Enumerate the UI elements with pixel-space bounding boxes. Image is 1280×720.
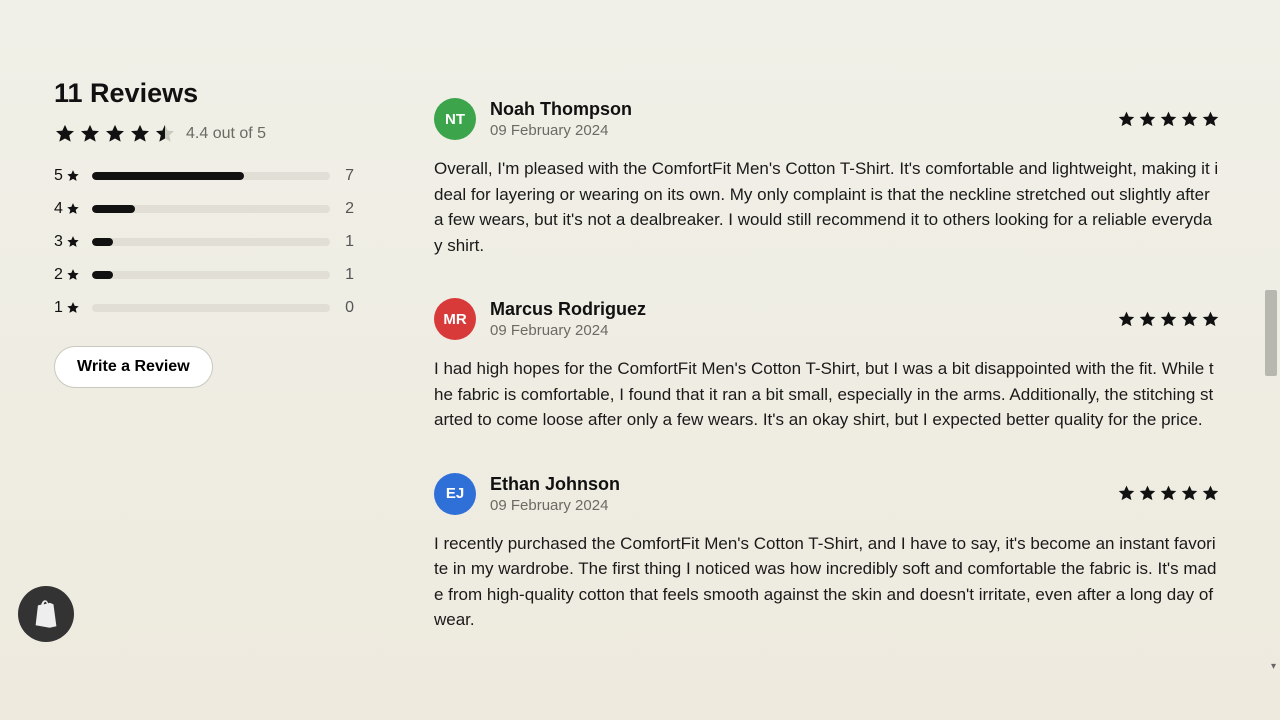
rating-distribution-row[interactable]: 3 1 [54,233,354,251]
dist-count: 0 [340,299,354,317]
star-half-icon [154,123,176,145]
review-stars [1117,484,1220,503]
review-date: 09 February 2024 [490,122,1117,139]
reviewer-name: Marcus Rodriguez [490,299,1117,320]
star-icon [1180,310,1199,329]
star-icon [1201,110,1220,129]
star-icon [79,123,101,145]
star-icon [66,235,80,249]
star-icon [1117,310,1136,329]
write-review-button[interactable]: Write a Review [54,346,213,388]
review-date: 09 February 2024 [490,497,1117,514]
dist-bar [92,205,330,213]
star-icon [1201,484,1220,503]
reviews-list: NT Noah Thompson 09 February 2024 Overal… [434,78,1220,673]
average-rating-text: 4.4 out of 5 [186,125,266,143]
scrollbar-thumb[interactable] [1265,290,1277,376]
star-icon [1180,484,1199,503]
star-icon [1180,110,1199,129]
dist-label: 2 [54,266,82,284]
rating-distribution-row[interactable]: 2 1 [54,266,354,284]
dist-bar [92,304,330,312]
star-icon [1138,484,1157,503]
dist-count: 2 [340,200,354,218]
review-stars [1117,110,1220,129]
star-icon [66,202,80,216]
avatar: MR [434,298,476,340]
review-body: I recently purchased the ComfortFit Men'… [434,531,1220,633]
rating-distribution-row[interactable]: 1 0 [54,299,354,317]
star-icon [1201,310,1220,329]
star-icon [1138,110,1157,129]
star-icon [66,268,80,282]
review-item: EJ Ethan Johnson 09 February 2024 I rece… [434,473,1220,633]
star-icon [1117,484,1136,503]
dist-bar [92,271,330,279]
reviewer-name: Ethan Johnson [490,474,1117,495]
reviewer-name: Noah Thompson [490,99,1117,120]
dist-count: 1 [340,266,354,284]
star-icon [1117,110,1136,129]
reviews-summary: 11 Reviews 4.4 out of 5 5 7 4 2 3 1 2 1 … [54,78,354,673]
star-icon [1159,310,1178,329]
dist-count: 1 [340,233,354,251]
review-item: NT Noah Thompson 09 February 2024 Overal… [434,98,1220,258]
avatar: NT [434,98,476,140]
review-item: MR Marcus Rodriguez 09 February 2024 I h… [434,298,1220,433]
avatar: EJ [434,473,476,515]
rating-distribution-row[interactable]: 5 7 [54,167,354,185]
review-stars [1117,310,1220,329]
shopify-icon [31,599,61,629]
dist-label: 3 [54,233,82,251]
dist-count: 7 [340,167,354,185]
scrollbar[interactable]: ▾ [1264,0,1278,720]
star-icon [104,123,126,145]
star-icon [54,123,76,145]
average-rating-row: 4.4 out of 5 [54,123,354,145]
dist-bar [92,172,330,180]
dist-label: 1 [54,299,82,317]
dist-bar [92,238,330,246]
review-body: I had high hopes for the ComfortFit Men'… [434,356,1220,433]
dist-label: 5 [54,167,82,185]
scrollbar-down-arrow[interactable]: ▾ [1271,661,1276,672]
review-body: Overall, I'm pleased with the ComfortFit… [434,156,1220,258]
shopify-badge[interactable] [18,586,74,642]
review-date: 09 February 2024 [490,322,1117,339]
star-icon [66,301,80,315]
reviews-heading: 11 Reviews [54,78,354,109]
star-icon [1159,484,1178,503]
star-icon [1159,110,1178,129]
dist-label: 4 [54,200,82,218]
star-icon [1138,310,1157,329]
star-icon [129,123,151,145]
rating-distribution-row[interactable]: 4 2 [54,200,354,218]
star-icon [66,169,80,183]
average-stars [54,123,176,145]
